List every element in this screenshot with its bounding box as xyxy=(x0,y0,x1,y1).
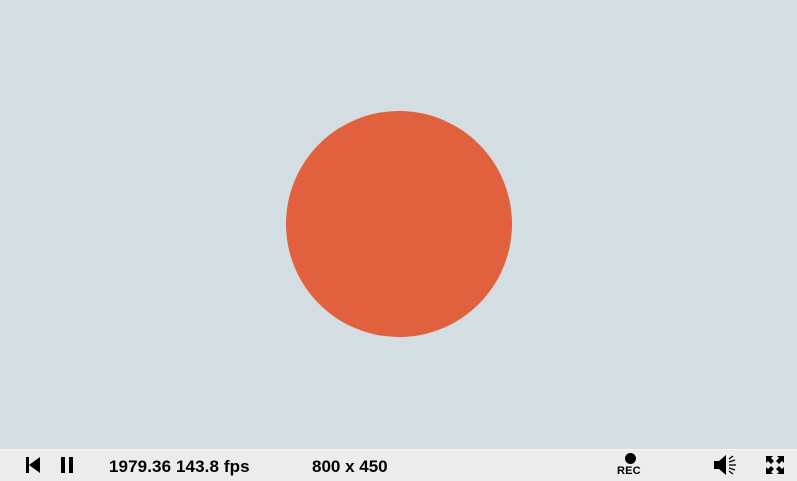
record-label: REC xyxy=(617,465,641,477)
resolution-readout: 800 x 450 xyxy=(312,457,388,476)
record-button[interactable]: REC xyxy=(612,452,648,480)
app-window: 1979.36 143.8 fps 800 x 450 REC xyxy=(0,0,797,481)
orange-circle xyxy=(286,111,512,337)
record-dot-icon xyxy=(625,453,636,464)
pause-icon[interactable] xyxy=(59,456,75,474)
speaker-volume-icon[interactable] xyxy=(713,454,739,476)
render-canvas[interactable] xyxy=(0,0,797,449)
player-control-bar: 1979.36 143.8 fps 800 x 450 REC xyxy=(0,449,797,481)
time-fps-readout: 1979.36 143.8 fps xyxy=(109,457,250,476)
fullscreen-icon[interactable] xyxy=(765,455,785,475)
skip-to-start-icon[interactable] xyxy=(25,456,41,474)
